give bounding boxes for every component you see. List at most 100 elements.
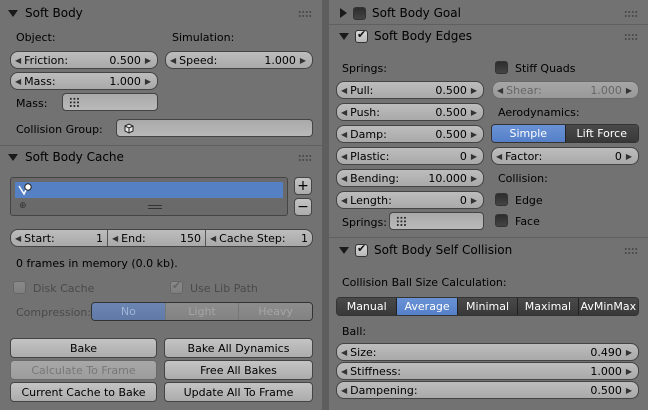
calculate-to-frame-button[interactable]: Calculate To Frame <box>10 360 157 380</box>
drag-grip-icon[interactable] <box>298 10 312 18</box>
pull-field[interactable]: ◀ Pull: 0.500 ▶ <box>336 81 484 99</box>
collision-label: Collision: <box>498 172 548 185</box>
stiff-quads-checkbox[interactable] <box>495 61 508 74</box>
increment-arrow-icon: ▶ <box>625 385 632 395</box>
speed-value: 1.000 <box>264 53 296 67</box>
calc-option-minimal[interactable]: Minimal <box>457 298 519 315</box>
compression-option-no[interactable]: No <box>92 303 166 320</box>
decrement-arrow-icon: ◀ <box>15 55 22 65</box>
add-cache-button[interactable]: + <box>294 177 312 195</box>
push-value: 0.500 <box>435 105 467 119</box>
right-properties-pane: Soft Body Goal Soft Body Edges Springs: … <box>329 0 648 410</box>
list-item-cache[interactable] <box>15 182 283 198</box>
start-field[interactable]: ◀ Start: 1 <box>11 230 108 246</box>
damp-field[interactable]: ◀ Damp: 0.500 ▶ <box>336 125 484 143</box>
springs-vertex-group-field[interactable] <box>389 212 484 230</box>
point-cache-list[interactable]: ⊕ <box>10 177 288 216</box>
list-resize-handle-icon[interactable] <box>148 205 162 209</box>
increment-arrow-icon: ▶ <box>470 107 477 117</box>
friction-field[interactable]: ◀ Friction: 0.500 ▶ <box>10 51 158 69</box>
soft-body-cache-panel-header[interactable]: Soft Body Cache <box>8 146 124 168</box>
aerodynamics-selector: Simple Lift Force <box>491 124 639 143</box>
disk-cache-label: Disk Cache <box>33 282 95 295</box>
bake-button[interactable]: Bake <box>10 338 157 358</box>
memory-status-text: 0 frames in memory (0.0 kb). <box>16 257 178 270</box>
damp-value: 0.500 <box>435 127 467 141</box>
remove-cache-button[interactable]: − <box>294 198 312 216</box>
decrement-arrow-icon: ◀ <box>112 233 119 243</box>
bending-field[interactable]: ◀ Bending: 10.000 ▶ <box>336 169 484 187</box>
plastic-field[interactable]: ◀ Plastic: 0 ▶ <box>336 147 484 165</box>
decrement-arrow-icon: ◀ <box>210 233 217 243</box>
use-lib-path-checkbox[interactable] <box>170 279 183 294</box>
shear-field[interactable]: ◀ Shear: 1.000 ▶ <box>492 81 639 99</box>
ball-size-field[interactable]: ◀ Size: 0.490 ▶ <box>336 343 639 361</box>
collision-face-checkbox[interactable] <box>495 214 508 227</box>
bending-value: 10.000 <box>428 171 467 185</box>
drag-grip-icon[interactable] <box>298 154 312 162</box>
decrement-arrow-icon: ◀ <box>15 233 22 243</box>
increment-arrow-icon: ▶ <box>625 151 632 161</box>
speed-label: Speed: <box>179 53 218 67</box>
calc-option-average[interactable]: Average <box>397 298 458 315</box>
calc-option-avminmax[interactable]: AvMinMax <box>578 298 638 315</box>
start-label: Start: <box>24 231 55 245</box>
length-value: 0 <box>459 193 467 207</box>
update-all-to-frame-button[interactable]: Update All To Frame <box>164 382 313 402</box>
collision-group-field[interactable] <box>116 119 313 137</box>
decrement-arrow-icon: ◀ <box>341 129 348 139</box>
soft-body-goal-panel-header[interactable]: Soft Body Goal <box>340 2 461 24</box>
soft-body-self-collision-panel-header[interactable]: Soft Body Self Collision <box>339 239 512 261</box>
soft-body-edges-title: Soft Body Edges <box>374 29 473 43</box>
collapse-arrow-icon <box>339 246 349 254</box>
soft-body-panel-header[interactable]: Soft Body <box>8 2 83 24</box>
drag-grip-icon[interactable] <box>624 10 638 18</box>
end-field[interactable]: ◀ End: 150 <box>108 230 206 246</box>
aerodynamics-label: Aerodynamics: <box>498 106 580 119</box>
ball-dampening-value: 0.500 <box>590 383 622 397</box>
mass-group-label: Mass: <box>16 97 48 110</box>
ball-dampening-field[interactable]: ◀ Dampening: 0.500 ▶ <box>336 381 639 399</box>
disk-cache-checkbox[interactable] <box>13 281 26 294</box>
drag-grip-icon[interactable] <box>624 33 638 41</box>
factor-label: Factor: <box>505 149 543 163</box>
end-label: End: <box>121 231 146 245</box>
goal-enable-checkbox[interactable] <box>353 6 366 20</box>
compression-option-heavy[interactable]: Heavy <box>239 303 312 320</box>
friction-label: Friction: <box>24 53 69 67</box>
push-field[interactable]: ◀ Push: 0.500 ▶ <box>336 103 484 121</box>
shear-label: Shear: <box>506 83 542 97</box>
drag-grip-icon[interactable] <box>624 247 638 255</box>
free-all-bakes-button[interactable]: Free All Bakes <box>164 360 313 380</box>
aero-option-simple[interactable]: Simple <box>492 125 566 142</box>
start-value: 1 <box>96 231 103 245</box>
bending-label: Bending: <box>350 171 400 185</box>
length-field[interactable]: ◀ Length: 0 ▶ <box>336 191 484 209</box>
end-value: 150 <box>180 231 201 245</box>
soft-body-edges-panel-header[interactable]: Soft Body Edges <box>339 25 472 47</box>
mass-vertex-group-field[interactable] <box>62 93 158 111</box>
factor-field[interactable]: ◀ Factor: 0 ▶ <box>491 147 639 165</box>
bake-all-dynamics-button[interactable]: Bake All Dynamics <box>164 338 313 358</box>
mass-field[interactable]: ◀ Mass: 1.000 ▶ <box>10 72 158 90</box>
self-collision-enable-checkbox[interactable] <box>355 242 368 257</box>
increment-arrow-icon: ▶ <box>470 129 477 139</box>
soft-body-panel-title: Soft Body <box>25 6 83 20</box>
pull-label: Pull: <box>350 83 374 97</box>
compression-option-light[interactable]: Light <box>165 303 240 320</box>
aero-option-lift-force[interactable]: Lift Force <box>565 125 638 142</box>
edges-enable-checkbox[interactable] <box>355 28 368 43</box>
calc-option-maximal[interactable]: Maximal <box>518 298 579 315</box>
current-cache-to-bake-button[interactable]: Current Cache to Bake <box>10 382 157 402</box>
cache-step-field[interactable]: ◀ Cache Step: 1 <box>206 230 312 246</box>
ball-dampening-label: Dampening: <box>350 383 418 397</box>
ball-size-calculation-label: Collision Ball Size Calculation: <box>342 276 507 289</box>
calc-option-manual[interactable]: Manual <box>337 298 398 315</box>
mass-label: Mass: <box>24 74 56 88</box>
collision-edge-checkbox[interactable] <box>495 193 508 206</box>
speed-field[interactable]: ◀ Speed: 1.000 ▶ <box>165 51 313 69</box>
collapse-arrow-icon <box>8 9 18 17</box>
ball-stiffness-field[interactable]: ◀ Stiffness: 1.000 ▶ <box>336 362 639 380</box>
list-expand-icon[interactable]: ⊕ <box>19 201 27 211</box>
decrement-arrow-icon: ◀ <box>170 55 177 65</box>
